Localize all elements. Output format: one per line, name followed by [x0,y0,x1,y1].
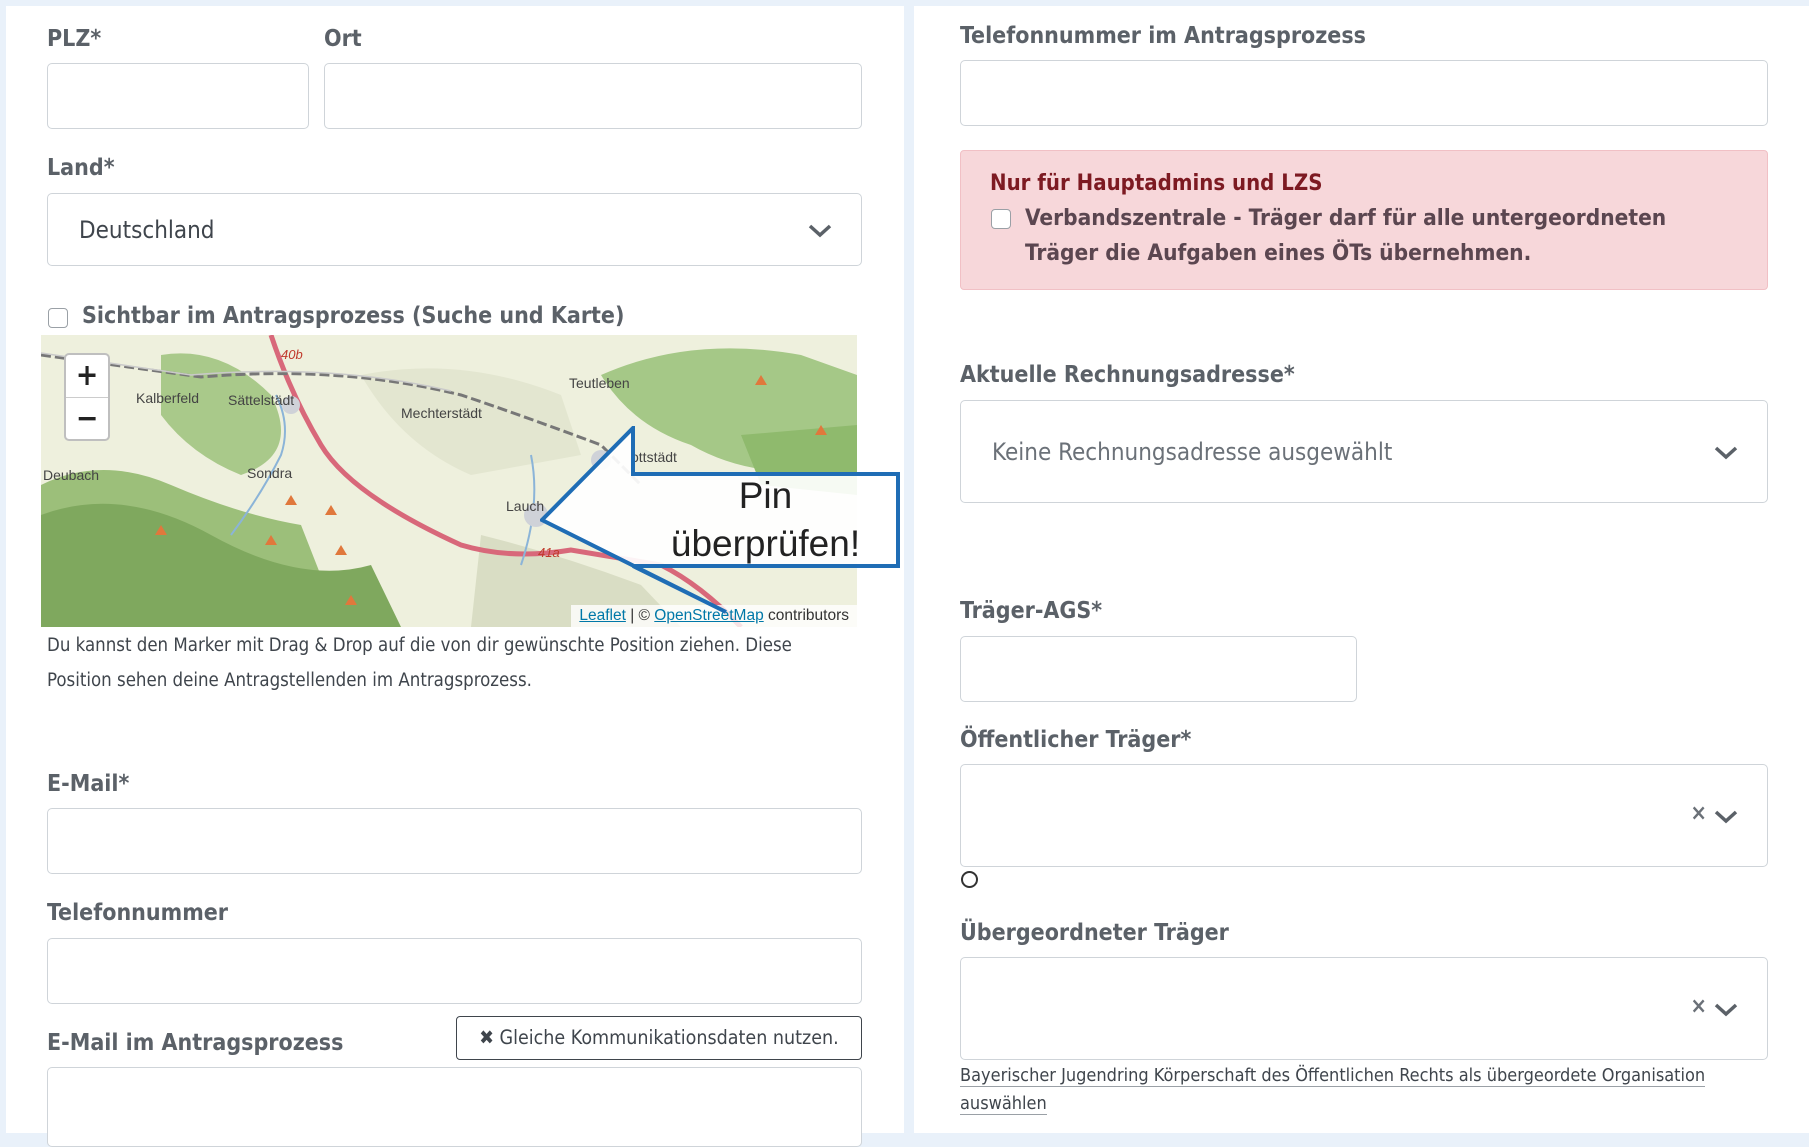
map-place-label: Sättelstädt [228,392,295,408]
plz-input[interactable] [47,63,309,129]
email-process-input[interactable] [47,1067,862,1147]
map-place-label: Deubach [43,467,100,483]
public-carrier-label: Öffentlicher Träger* [960,727,1192,753]
chevron-down-icon [1714,810,1738,824]
ags-label: Träger-AGS* [960,598,1103,624]
same-communication-data-button[interactable]: ✖ Gleiche Kommunikationsdaten nutzen. [456,1016,862,1060]
land-select[interactable]: Deutschland [47,193,862,266]
callout-line-2: überprüfen! [670,523,861,564]
ort-label: Ort [324,26,362,52]
zoom-out-button[interactable]: − [66,398,108,440]
map-place-label: Mechterstädt [401,405,482,421]
phone-label: Telefonnummer [47,900,229,926]
parent-carrier-label: Übergeordneter Träger [960,920,1229,946]
map-place-label: Teutleben [569,375,630,391]
zoom-in-button[interactable]: + [66,355,108,398]
map-place-label: Lauch [506,498,545,514]
phone-process-label: Telefonnummer im Antragsprozess [960,23,1366,49]
billing-placeholder: Keine Rechnungsadresse ausgewählt [992,437,1393,466]
clear-icon[interactable]: × [1690,801,1707,826]
public-carrier-select[interactable]: × [960,764,1768,867]
visible-checkbox-label: Sichtbar im Antragsprozess (Suche und Ka… [82,303,625,329]
clear-icon[interactable]: × [1690,994,1707,1019]
phone-process-input[interactable] [960,60,1768,126]
parent-carrier-suggestion[interactable]: Bayerischer Jugendring Körperschaft des … [960,1062,1770,1118]
visible-checkbox[interactable] [48,308,68,328]
email-input[interactable] [47,808,862,874]
parent-carrier-suggestion-text: Bayerischer Jugendring Körperschaft des … [960,1065,1706,1115]
chevron-down-icon [1714,1003,1738,1017]
verbandszentrale-checkbox[interactable] [991,209,1011,229]
map-place-label: Kalberfeld [136,390,200,406]
admin-alert-box: Nur für Hauptadmins und LZS Verbandszent… [960,150,1768,290]
land-select-value: Deutschland [79,215,215,244]
phone-input[interactable] [47,938,862,1004]
land-label: Land* [47,155,115,181]
callout-line-1: Pin [738,475,793,516]
billing-address-select[interactable]: Keine Rechnungsadresse ausgewählt [960,400,1768,503]
parent-carrier-select[interactable]: × [960,957,1768,1060]
email-process-label: E-Mail im Antragsprozess [47,1030,344,1056]
map-road-label: 40b [281,347,303,362]
email-label: E-Mail* [47,771,130,797]
map-zoom-control: + − [64,353,110,441]
ags-input[interactable] [960,636,1357,702]
verbandszentrale-label: Verbandszentrale - Träger darf für alle … [1025,205,1667,266]
ort-input[interactable] [324,63,862,129]
map-help-text: Du kannst den Marker mit Drag & Drop auf… [47,635,792,691]
chevron-down-icon [1714,446,1738,460]
plz-label: PLZ* [47,26,102,52]
billing-label: Aktuelle Rechnungsadresse* [960,362,1295,388]
chevron-down-icon [808,224,832,238]
loading-spinner-icon [961,871,978,888]
callout-text: Pin überprüfen! [633,472,898,568]
alert-title: Nur für Hauptadmins und LZS [990,171,1323,196]
map-place-label: Sondra [247,465,293,481]
